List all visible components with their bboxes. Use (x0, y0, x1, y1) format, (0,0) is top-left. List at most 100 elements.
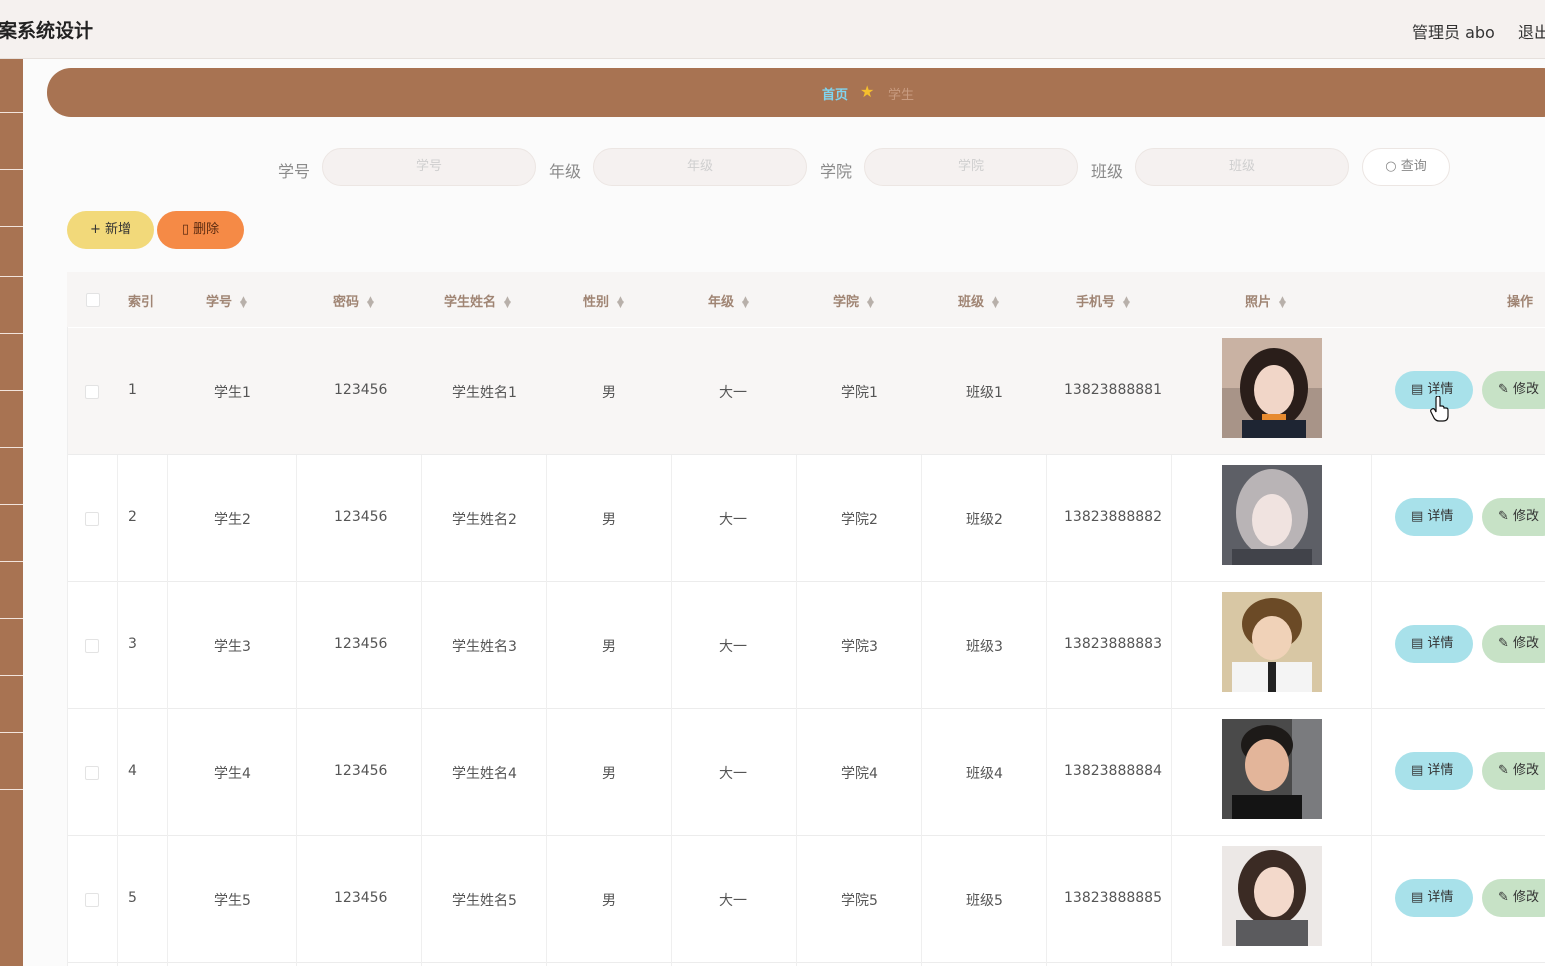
edit-button[interactable]: ✎ 修改 (1482, 879, 1545, 917)
sidebar-divider (0, 390, 23, 391)
detail-button[interactable]: ▤ 详情 (1395, 879, 1473, 917)
detail-button[interactable]: ▤ 详情 (1395, 752, 1473, 790)
table-row (68, 328, 1545, 455)
document-icon: ▤ (1411, 763, 1428, 778)
edit-button[interactable]: ✎ 修改 (1482, 625, 1545, 663)
cell-password: 123456 (334, 509, 388, 525)
pencil-icon: ✎ (1498, 890, 1514, 905)
table-header (67, 272, 1545, 327)
detail-button[interactable]: ▤ 详情 (1395, 625, 1473, 663)
star-icon: ★ (860, 82, 875, 101)
edit-button[interactable]: ✎ 修改 (1482, 371, 1545, 409)
sort-icon[interactable]: ▲ ▼ (992, 295, 999, 309)
col-student-no[interactable]: 学号 ▲ ▼ (206, 291, 247, 310)
sidebar-divider (0, 447, 23, 448)
column-divider (1046, 455, 1047, 966)
col-photo[interactable]: 照片 ▲ ▼ (1245, 291, 1286, 310)
sidebar-divider (0, 618, 23, 619)
student-photo[interactable] (1222, 465, 1322, 565)
col-student-no-label: 学号 (206, 295, 233, 310)
sort-icon[interactable]: ▲ ▼ (504, 295, 511, 309)
edit-button-label: 修改 (1513, 763, 1540, 778)
edit-button[interactable]: ✎ 修改 (1482, 752, 1545, 790)
cell-name: 学生姓名2 (452, 512, 517, 528)
breadcrumb-home[interactable]: 首页 (822, 84, 848, 103)
col-password[interactable]: 密码 ▲ ▼ (333, 291, 374, 310)
col-college[interactable]: 学院 ▲ ▼ (833, 291, 874, 310)
select-all-checkbox[interactable] (86, 293, 100, 307)
detail-button[interactable]: ▤ 详情 (1395, 498, 1473, 536)
search-label-grade: 年级 (549, 162, 582, 181)
sort-icon[interactable]: ▲ ▼ (617, 295, 624, 309)
column-divider (117, 455, 118, 966)
delete-button[interactable]: ▯ 删除 (157, 211, 244, 249)
pencil-icon: ✎ (1498, 763, 1514, 778)
search-label-college: 学院 (820, 162, 853, 181)
search-input-class[interactable]: 班级 (1135, 148, 1349, 186)
col-class-label: 班级 (958, 295, 985, 310)
pencil-icon: ✎ (1498, 509, 1514, 524)
column-divider (296, 455, 297, 966)
column-divider (167, 455, 168, 966)
sort-icon[interactable]: ▲ ▼ (1279, 295, 1286, 309)
student-photo[interactable] (1222, 592, 1322, 692)
sort-icon[interactable]: ▲ ▼ (367, 295, 374, 309)
row-checkbox[interactable] (85, 512, 99, 526)
sort-icon[interactable]: ▲ ▼ (240, 295, 247, 309)
row-checkbox[interactable] (85, 766, 99, 780)
column-divider (1171, 455, 1172, 966)
admin-user[interactable]: 管理员 abo (1412, 19, 1495, 43)
detail-button-label: 详情 (1427, 382, 1454, 397)
sort-icon[interactable]: ▲ ▼ (742, 295, 749, 309)
sort-icon[interactable]: ▲ ▼ (867, 295, 874, 309)
sort-icon[interactable]: ▲ ▼ (1123, 295, 1130, 309)
cell-password: 123456 (334, 763, 388, 779)
sidebar-divider (0, 504, 23, 505)
cell-name: 学生姓名4 (452, 766, 517, 782)
row-checkbox[interactable] (85, 639, 99, 653)
col-class[interactable]: 班级 ▲ ▼ (958, 291, 999, 310)
cell-gender: 男 (602, 385, 616, 401)
sidebar-divider (0, 675, 23, 676)
cell-student-no: 学生2 (214, 512, 251, 528)
cell-index: 1 (128, 382, 137, 398)
cell-gender: 男 (602, 512, 616, 528)
search-input-college[interactable]: 学院 (864, 148, 1078, 186)
sidebar-divider (0, 333, 23, 334)
search-input-student-no[interactable]: 学号 (322, 148, 536, 186)
search-input-grade[interactable]: 年级 (593, 148, 807, 186)
cell-name: 学生姓名5 (452, 893, 517, 909)
logout-link[interactable]: 退出 (1518, 19, 1545, 43)
sidebar-divider (0, 112, 23, 113)
cell-college: 学院2 (841, 512, 878, 528)
col-phone[interactable]: 手机号 ▲ ▼ (1076, 291, 1130, 310)
cell-college: 学院5 (841, 893, 878, 909)
cell-index: 3 (128, 636, 137, 652)
col-index: 索引 (128, 295, 155, 310)
document-icon: ▤ (1411, 636, 1428, 651)
row-checkbox[interactable] (85, 893, 99, 907)
student-photo[interactable] (1222, 338, 1322, 438)
cell-college: 学院3 (841, 639, 878, 655)
search-icon: ○ (1385, 159, 1397, 174)
col-gender[interactable]: 性别 ▲ ▼ (583, 291, 624, 310)
table-row (68, 709, 1545, 836)
cell-phone: 13823888885 (1064, 890, 1162, 906)
cell-grade: 大一 (719, 893, 747, 909)
student-photo[interactable] (1222, 846, 1322, 946)
table-row (68, 455, 1545, 582)
pencil-icon: ✎ (1498, 636, 1514, 651)
student-photo[interactable] (1222, 719, 1322, 819)
row-checkbox[interactable] (85, 385, 99, 399)
col-name[interactable]: 学生姓名 ▲ ▼ (444, 291, 511, 310)
sidebar (0, 59, 23, 966)
add-button[interactable]: + 新增 (67, 211, 154, 249)
edit-button[interactable]: ✎ 修改 (1482, 498, 1545, 536)
column-divider (921, 455, 922, 966)
query-button[interactable]: ○ 查询 (1362, 148, 1450, 186)
cell-class: 班级5 (966, 893, 1003, 909)
table-row (68, 836, 1545, 963)
pencil-icon: ✎ (1498, 382, 1514, 397)
detail-button-label: 详情 (1427, 636, 1454, 651)
col-grade[interactable]: 年级 ▲ ▼ (708, 291, 749, 310)
